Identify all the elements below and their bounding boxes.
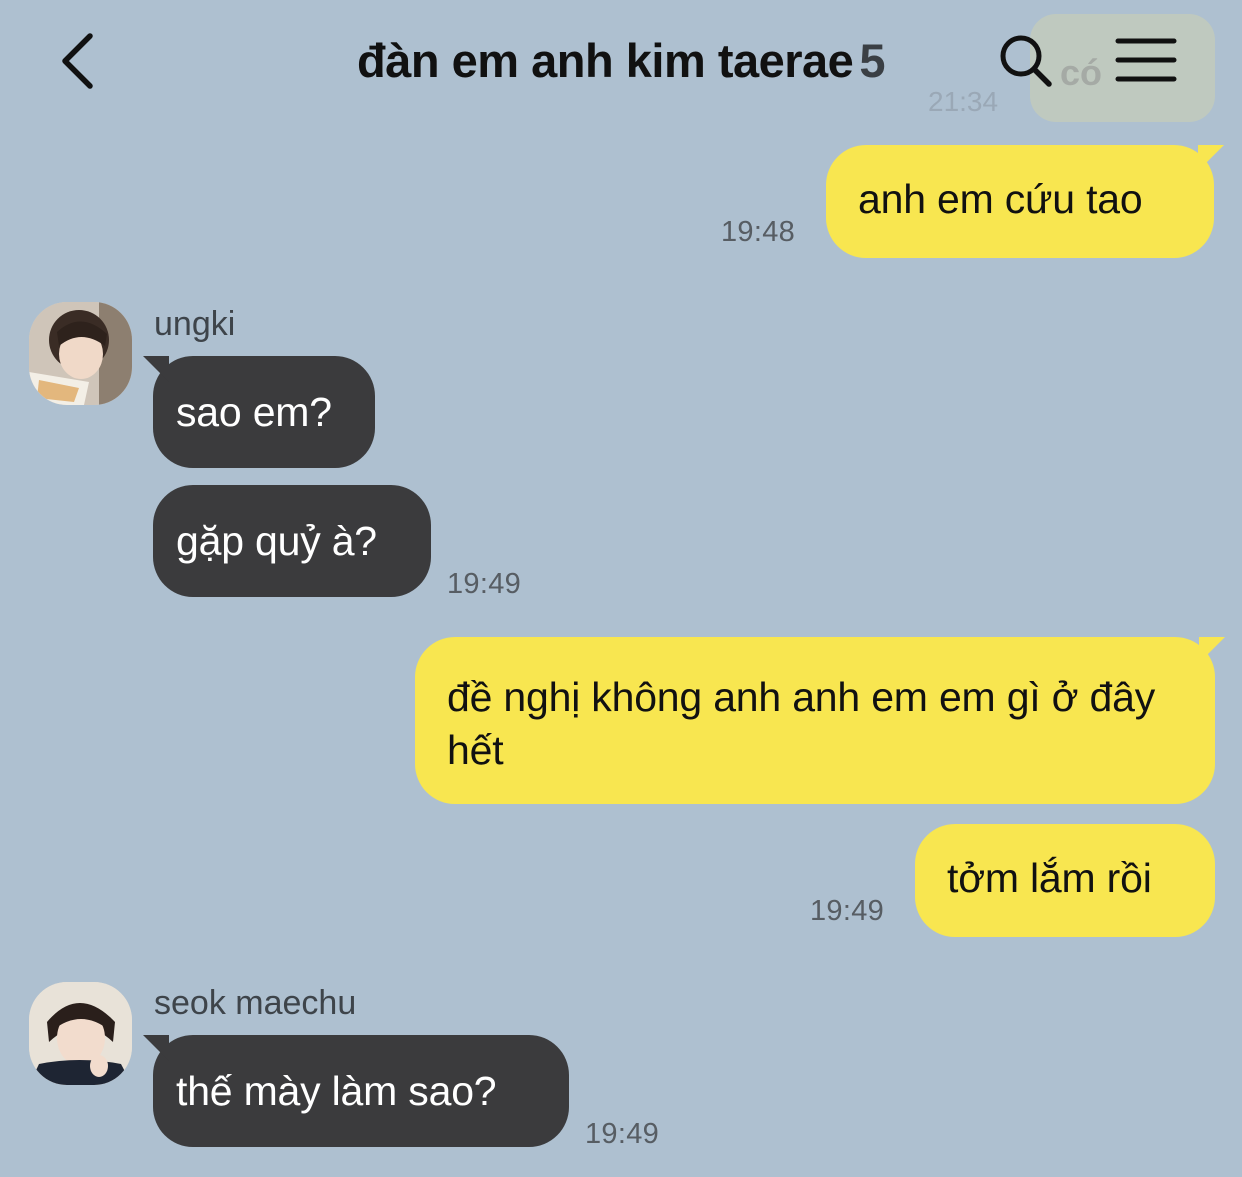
- my-message-bubble[interactable]: đề nghị không anh anh em em gì ở đây hết: [415, 637, 1225, 804]
- message-timestamp: 19:49: [447, 568, 522, 600]
- chat-title-text: đàn em anh kim taerae: [357, 34, 854, 87]
- avatar-seok-maechu[interactable]: [29, 982, 132, 1085]
- my-message-bubble[interactable]: anh em cứu tao: [826, 145, 1224, 258]
- avatar-ungki[interactable]: [29, 302, 132, 405]
- sender-name: seok maechu: [154, 984, 357, 1022]
- member-count: 5: [859, 34, 885, 87]
- menu-button[interactable]: [1112, 36, 1180, 84]
- search-button[interactable]: [996, 32, 1056, 92]
- search-icon: [1000, 35, 1052, 87]
- sender-name: ungki: [154, 305, 236, 343]
- chat-screen: có 21:34 đàn em anh kim taerae 5 19:48 an…: [0, 0, 1242, 1177]
- profile-photo: [29, 982, 132, 1085]
- message-timestamp: 19:49: [585, 1118, 660, 1150]
- profile-photo: [29, 302, 132, 405]
- their-message-bubble[interactable]: thế mày làm sao?: [143, 1035, 569, 1147]
- message-timestamp: 19:48: [721, 216, 796, 248]
- their-message-bubble[interactable]: gặp quỷ à?: [153, 485, 431, 597]
- my-message-bubble[interactable]: tởm lắm rồi: [915, 824, 1215, 937]
- message-timestamp: 19:49: [810, 895, 885, 927]
- their-message-bubble[interactable]: sao em?: [143, 356, 375, 468]
- hamburger-menu-icon: [1115, 38, 1177, 82]
